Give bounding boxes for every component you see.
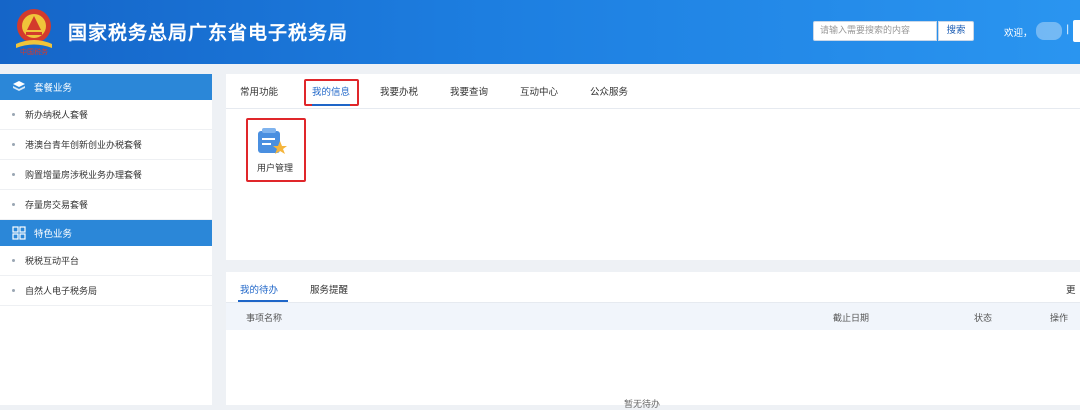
sidebar-section-featured[interactable]: 特色业务 xyxy=(0,220,212,246)
todo-tabs: 我的待办 服务提醒 更 xyxy=(226,272,1080,303)
sidebar-item-label: 税税互动平台 xyxy=(25,257,80,267)
user-management-icon[interactable] xyxy=(256,126,288,156)
function-panel: 常用功能 我的信息 我要办税 我要查询 互动中心 公众服务 用户管理 xyxy=(226,74,1080,260)
column-action: 操作 xyxy=(1050,314,1069,324)
active-tab-underline xyxy=(312,104,350,106)
sidebar-section-title: 特色业务 xyxy=(34,229,73,240)
tax-emblem-logo: 中国税务 xyxy=(16,9,52,56)
search-button[interactable]: 搜索 xyxy=(938,21,974,41)
package-icon xyxy=(13,81,25,91)
svg-text:中国税务: 中国税务 xyxy=(20,47,48,56)
main-tabs: 常用功能 我的信息 我要办税 我要查询 互动中心 公众服务 xyxy=(226,74,1080,109)
todo-table-header: 事项名称 截止日期 状态 操作 xyxy=(226,303,1080,330)
sidebar-item-new-house[interactable]: 购置增量房涉税业务办理套餐 xyxy=(0,160,212,190)
bullet-icon xyxy=(12,173,15,176)
tab-query[interactable]: 我要查询 xyxy=(450,84,488,98)
bullet-icon xyxy=(12,203,15,206)
sidebar-item-label: 存量房交易套餐 xyxy=(25,201,89,211)
todo-panel: 我的待办 服务提醒 更 事项名称 截止日期 状态 操作 暂无待办 xyxy=(226,272,1080,410)
active-tab-highlight xyxy=(304,79,359,106)
sidebar-item-interaction[interactable]: 税税互动平台 xyxy=(0,246,212,276)
header-separator: | xyxy=(1066,24,1070,35)
sidebar-item-new-taxpayer[interactable]: 新办纳税人套餐 xyxy=(0,100,212,130)
active-tab-underline xyxy=(238,300,288,302)
bullet-icon xyxy=(12,259,15,262)
tab-handle-tax[interactable]: 我要办税 xyxy=(380,84,418,98)
empty-state-text: 暂无待办 xyxy=(624,400,661,410)
sidebar-item-label: 港澳台青年创新创业办税套餐 xyxy=(25,141,143,151)
sidebar-item-natural-person[interactable]: 自然人电子税务局 xyxy=(0,276,212,306)
bullet-icon xyxy=(12,143,15,146)
tab-common[interactable]: 常用功能 xyxy=(240,84,278,98)
search-input[interactable]: 请输入需要搜索的内容 xyxy=(813,21,937,41)
sidebar-item-label: 自然人电子税务局 xyxy=(25,287,98,297)
column-status: 状态 xyxy=(974,314,993,324)
welcome-text: 欢迎， xyxy=(1004,28,1033,39)
sidebar-item-label: 新办纳税人套餐 xyxy=(25,111,89,121)
sidebar-section-title: 套餐业务 xyxy=(34,83,73,94)
sidebar-item-label: 购置增量房涉税业务办理套餐 xyxy=(25,171,143,181)
sidebar-item-hmt-youth[interactable]: 港澳台青年创新创业办税套餐 xyxy=(0,130,212,160)
username-redacted xyxy=(1036,22,1062,40)
column-item-name: 事项名称 xyxy=(246,314,283,324)
function-label-user-management[interactable]: 用户管理 xyxy=(243,161,307,174)
sidebar-section-packages[interactable]: 套餐业务 xyxy=(0,74,212,100)
tab-interaction[interactable]: 互动中心 xyxy=(520,84,558,98)
site-title: 国家税务总局广东省电子税务局 xyxy=(68,22,349,44)
more-link[interactable]: 更 xyxy=(1066,282,1076,296)
grid-icon xyxy=(12,226,26,240)
sidebar: 套餐业务 新办纳税人套餐 港澳台青年创新创业办税套餐 购置增量房涉税业务办理套餐… xyxy=(0,74,212,405)
bullet-icon xyxy=(12,289,15,292)
sidebar-item-existing-house[interactable]: 存量房交易套餐 xyxy=(0,190,212,220)
logout-button[interactable] xyxy=(1073,20,1080,42)
column-deadline: 截止日期 xyxy=(833,314,870,324)
bullet-icon xyxy=(12,113,15,116)
tab-public-service[interactable]: 公众服务 xyxy=(590,84,628,98)
tab-service-reminder[interactable]: 服务提醒 xyxy=(310,282,348,296)
site-header: 中国税务 国家税务总局广东省电子税务局 请输入需要搜索的内容 搜索 欢迎， | xyxy=(0,0,1080,64)
tab-my-todo[interactable]: 我的待办 xyxy=(240,282,278,296)
